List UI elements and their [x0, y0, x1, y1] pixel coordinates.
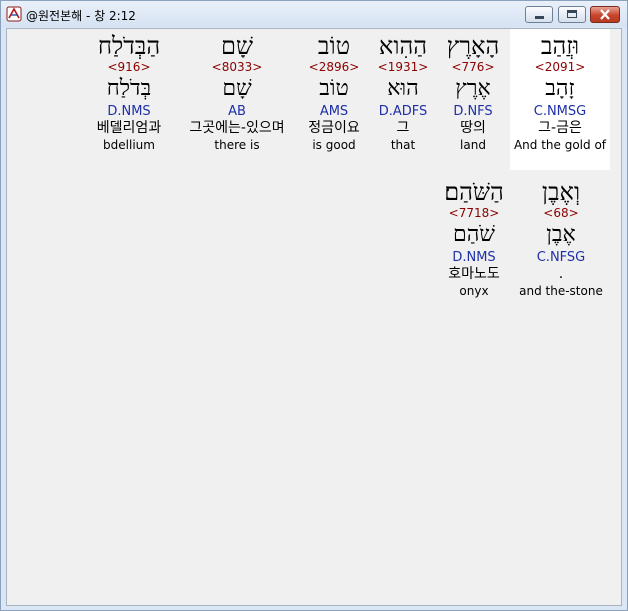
hebrew-lexeme: הוּא [387, 76, 419, 101]
english-gloss: And the gold of [513, 138, 607, 152]
morphology-code: C.NFSG [536, 250, 586, 265]
english-gloss: land [460, 138, 486, 152]
app-logo-icon [6, 6, 22, 22]
morphology-code: D.NMS [452, 250, 496, 265]
word-block[interactable]: הַשֹּׁהַם׃ <7718> שֹׁהַם D.NMS 호마노도 onyx [437, 175, 511, 299]
word-block[interactable]: שָׁם <8033> שָׁם AB 그곳에는-있으며 there is [177, 29, 297, 153]
minimize-button[interactable] [525, 6, 553, 23]
maximize-icon [567, 10, 577, 18]
korean-gloss: 그곳에는-있으며 [189, 120, 285, 136]
hebrew-lexeme: זָהָב [545, 76, 575, 101]
word-block[interactable]: טוֹב <2896> טוֹב AMS 정금이요 is good [299, 29, 369, 153]
morphology-code: C.NMSG [533, 104, 587, 119]
strong-number[interactable]: <1931> [369, 60, 437, 76]
strong-number[interactable]: <2896> [299, 60, 369, 76]
hebrew-word: הַהִוא [378, 32, 428, 60]
english-gloss: that [390, 138, 416, 152]
strong-number[interactable]: <68> [512, 206, 610, 222]
hebrew-lexeme: שָׁם [222, 76, 252, 101]
strong-number[interactable]: <2091> [510, 60, 610, 76]
word-block[interactable]: הַבְּדֹלַח <916> בְּדֹלַח D.NMS 베델리엄과 bd… [81, 29, 177, 153]
english-gloss: bdellium [103, 138, 155, 152]
hebrew-word: הַבְּדֹלַח [97, 32, 161, 60]
interlinear-panel: וּזֲהַב <2091> זָהָב C.NMSG 그-금은 And the… [6, 28, 622, 606]
korean-gloss: 그 [396, 120, 410, 136]
morphology-code: AMS [319, 104, 349, 119]
minimize-icon [535, 16, 544, 19]
hebrew-word: וְאֶבֶן [541, 178, 581, 206]
hebrew-lexeme: בְּדֹלַח [106, 76, 152, 101]
korean-gloss: 베델리엄과 [96, 120, 162, 136]
app-window: @원전본해 - 창 2:12 וּזֲהַב <2091> זָהָב C.NM… [0, 0, 628, 611]
hebrew-word: הַשֹּׁהַם׃ [444, 178, 504, 206]
word-block[interactable]: הַהִוא <1931> הוּא D.ADFS 그 that [369, 29, 437, 153]
strong-number[interactable]: <776> [437, 60, 509, 76]
hebrew-lexeme: אֶבֶן [546, 222, 576, 247]
word-block[interactable]: הָאָרֶץ <776> אֶרֶץ D.NFS 땅의 land [437, 29, 509, 153]
korean-gloss: 땅의 [460, 120, 486, 136]
close-icon [600, 9, 610, 20]
english-gloss: there is [214, 138, 260, 152]
korean-gloss: . [558, 266, 564, 282]
maximize-button[interactable] [558, 6, 586, 23]
english-gloss: onyx [459, 284, 489, 298]
strong-number[interactable]: <8033> [177, 60, 297, 76]
morphology-code: D.NFS [453, 104, 493, 119]
english-gloss: and the-stone [519, 284, 603, 298]
title-bar[interactable]: @원전본해 - 창 2:12 [1, 1, 627, 27]
word-block[interactable]: וּזֲהַב <2091> זָהָב C.NMSG 그-금은 And the… [510, 29, 610, 170]
hebrew-lexeme: שֹׁהַם [453, 222, 495, 247]
hebrew-lexeme: אֶרֶץ [455, 76, 491, 101]
korean-gloss: 정금이요 [308, 120, 360, 136]
hebrew-lexeme: טוֹב [319, 76, 349, 101]
hebrew-word: וּזֲהַב [540, 32, 580, 60]
hebrew-word: הָאָרֶץ [446, 32, 500, 60]
morphology-code: D.ADFS [378, 104, 428, 119]
word-block[interactable]: וְאֶבֶן <68> אֶבֶן C.NFSG . and the-ston… [512, 175, 610, 299]
close-button[interactable] [590, 6, 620, 23]
korean-gloss: 호마노도 [448, 266, 500, 282]
english-gloss: is good [312, 138, 356, 152]
korean-gloss: 그-금은 [538, 120, 582, 136]
morphology-code: D.NMS [107, 104, 151, 119]
strong-number[interactable]: <916> [81, 60, 177, 76]
hebrew-word: שָׁם [221, 32, 253, 60]
window-title: @원전본해 - 창 2:12 [26, 9, 136, 23]
morphology-code: AB [228, 104, 246, 119]
hebrew-word: טוֹב [317, 32, 351, 60]
strong-number[interactable]: <7718> [437, 206, 511, 222]
